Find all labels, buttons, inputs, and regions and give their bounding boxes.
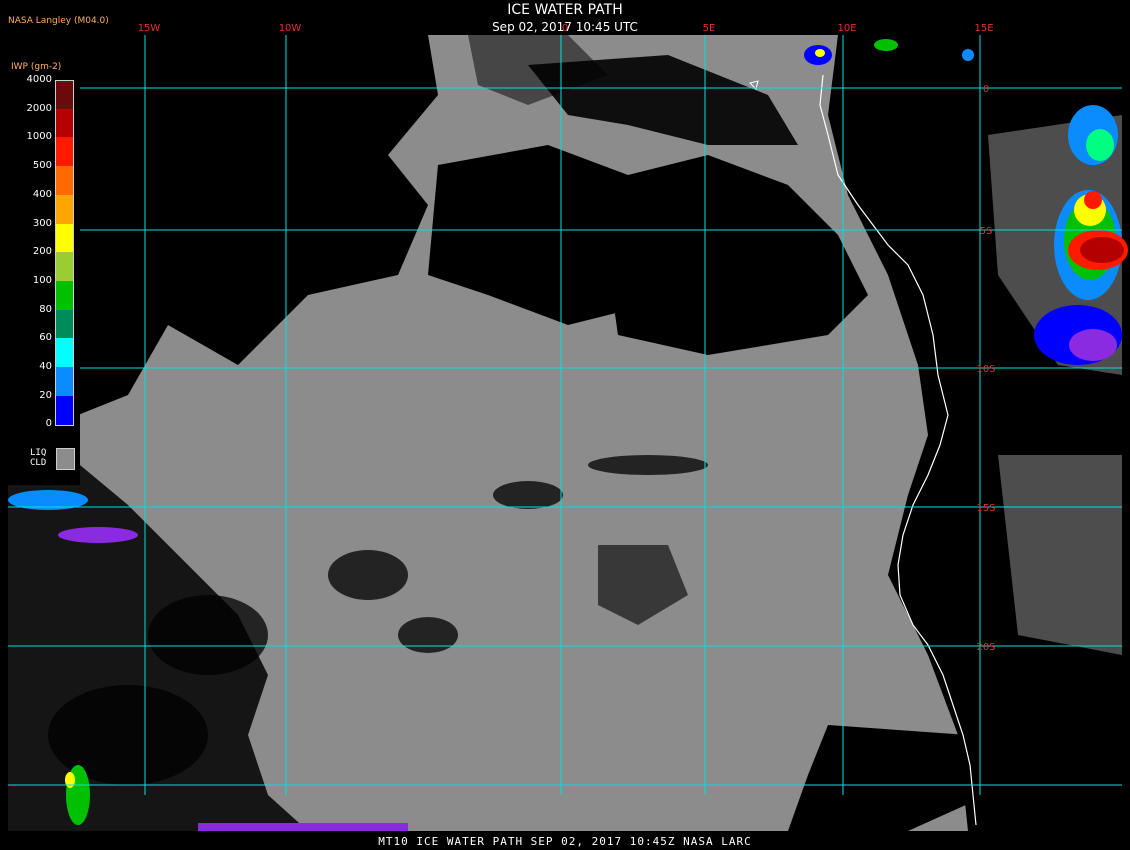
- legend-scale-frame: [55, 80, 74, 427]
- longitude-label: 15W: [138, 23, 161, 34]
- longitude-label: 0: [562, 23, 568, 34]
- longitude-label: 10W: [279, 23, 302, 34]
- legend-label: 100: [32, 274, 52, 286]
- latitude-label: 5S: [980, 226, 993, 237]
- legend-label: 40: [39, 361, 52, 372]
- legend-label: 60: [39, 332, 52, 344]
- legend-label: 500: [32, 160, 52, 172]
- legend-label: 400: [32, 188, 52, 200]
- legend-label: 1000: [26, 131, 52, 143]
- latitude-label: 20S: [976, 642, 995, 653]
- legend-cld-label: CLD: [30, 458, 47, 468]
- legend-liq-label: LIQ: [30, 448, 47, 458]
- latitude-label: 10S: [976, 364, 995, 375]
- map-title: ICE WATER PATH: [507, 2, 623, 18]
- satellite-map: 15W 10W 0 5E 10E 15E 0 5S 10S 15S 20S: [8, 23, 1128, 831]
- footer-caption: MT10 ICE WATER PATH SEP 02, 2017 10:45Z …: [378, 835, 752, 848]
- latitude-label: 15S: [976, 503, 995, 514]
- legend-label: 2000: [26, 102, 52, 114]
- legend-label: 200: [32, 246, 52, 258]
- legend-label: 80: [39, 303, 52, 315]
- longitude-label: 15E: [974, 23, 993, 34]
- color-scale-legend: IWP (gm-2) 4000 2000 1000 500 400 300 200 100 80…: [8, 60, 80, 485]
- producer-label: NASA Langley (M04.0): [8, 16, 109, 26]
- legend-liquid-cloud-swatch: [56, 448, 75, 470]
- legend-label: 4000: [26, 74, 52, 85]
- legend-label: 20: [39, 389, 52, 401]
- latitude-label: 0: [983, 84, 989, 95]
- legend-scale: 4000 2000 1000 500 400 300 200 100 80 60 40 20 0: [8, 60, 80, 485]
- longitude-label: 10E: [837, 23, 856, 34]
- legend-label: 0: [45, 418, 52, 430]
- legend-label: 300: [32, 217, 52, 229]
- longitude-label: 5E: [703, 23, 716, 34]
